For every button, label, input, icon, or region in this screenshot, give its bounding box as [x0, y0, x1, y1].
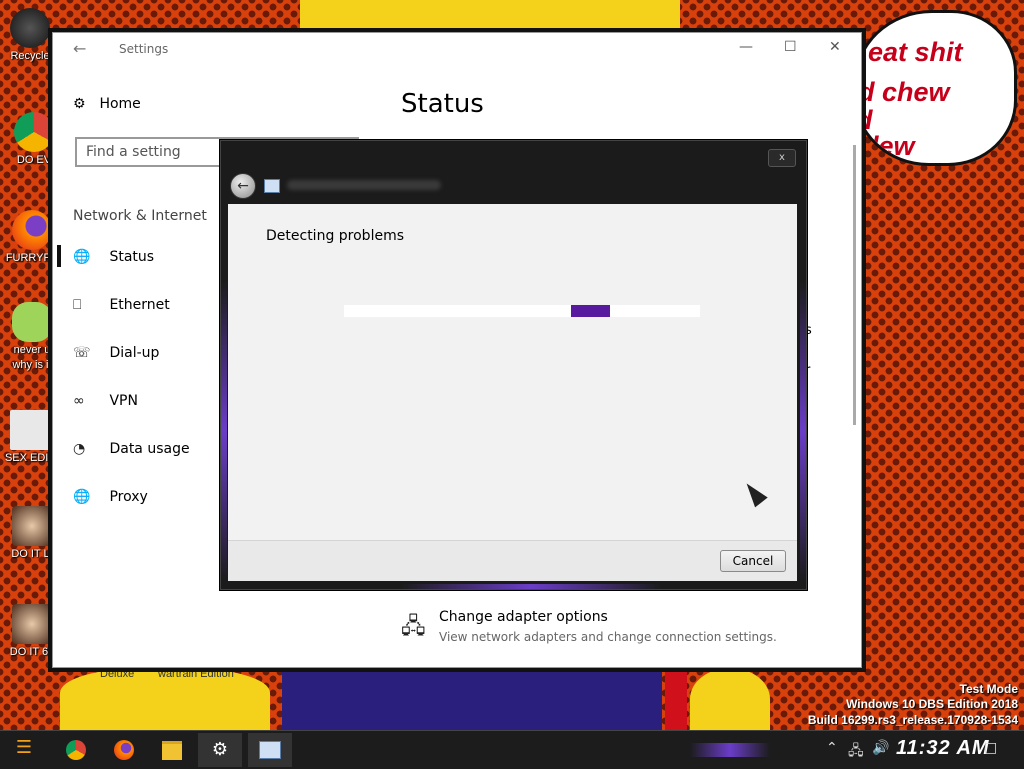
section-title: Network & Internet [73, 208, 207, 224]
action-center-icon[interactable]: □ [984, 740, 997, 756]
adapter-title: Change adapter options [439, 609, 608, 625]
desktop-label-wartrain: wartrain Edition [158, 668, 234, 680]
ethernet-icon: ⎕ [73, 297, 82, 313]
clock[interactable]: 11:32 AM [896, 737, 990, 760]
page-title: Status [401, 89, 484, 119]
progress-chunk [571, 305, 610, 317]
dialup-icon: ☏ [73, 345, 91, 361]
nav-item-vpn[interactable]: ∞ VPN [73, 393, 138, 409]
nav-home[interactable]: ⚙ Home [73, 96, 141, 112]
nav-item-label: Proxy [109, 489, 148, 505]
network-icon[interactable]: 🖧 [848, 740, 864, 764]
dialog-title-blurred [287, 180, 441, 190]
chrome-icon [14, 112, 54, 152]
window-title: Settings [119, 42, 169, 56]
nav-item-label: Data usage [109, 441, 190, 457]
nav-item-label: Status [109, 249, 155, 265]
desktop-icon-recycle[interactable]: Recycle [2, 8, 58, 63]
speech-line: eat shit [868, 37, 963, 67]
firefox-icon [12, 210, 52, 250]
maximize-icon[interactable]: ☐ [784, 39, 797, 55]
taskbar-decoration [690, 743, 770, 757]
dialog-glow [800, 281, 806, 581]
settings-titlebar: ← Settings — ☐ ✕ [53, 33, 861, 65]
gear-icon: ⚙ [73, 96, 86, 112]
minimize-icon[interactable]: — [739, 39, 753, 55]
close-icon[interactable]: ✕ [829, 39, 841, 55]
chevron-up-icon[interactable]: ⌃ [826, 740, 838, 756]
adapter-description: View network adapters and change connect… [439, 630, 777, 644]
speech-bubble: eat shit d chew d dew [853, 10, 1017, 166]
dialog-footer: Cancel [228, 540, 797, 581]
dialog-glow [221, 281, 227, 581]
scrollbar[interactable] [853, 145, 856, 425]
nav-item-dialup[interactable]: ☏ Dial-up [73, 345, 159, 361]
selected-indicator [57, 245, 61, 267]
wallpaper-stage [282, 672, 662, 730]
desktop-icon-label: SEX EDIT [4, 452, 56, 464]
speech-line: d chew [858, 77, 950, 107]
start-icon[interactable]: ☰ [8, 737, 40, 763]
watermark-line: Build 16299.rs3_release.170928-1534 [807, 713, 1018, 727]
network-adapter-icon: 🖧 [401, 614, 426, 639]
chrome-taskbar-icon[interactable] [54, 733, 98, 767]
portrait-icon [12, 506, 52, 546]
nav-item-ethernet[interactable]: ⎕ Ethernet [73, 297, 170, 313]
watermark-line: Windows 10 DBS Edition 2018 [846, 697, 1018, 711]
wallpaper-yellow-right [690, 668, 770, 730]
nav-item-label: Dial-up [109, 345, 160, 361]
dialog-back-icon[interactable]: ← [230, 173, 256, 199]
troubleshooter-icon [264, 179, 280, 193]
nav-item-data-usage[interactable]: ◔ Data usage [73, 441, 190, 457]
desktop-label-deluxe: Deluxe [100, 668, 135, 680]
desktop-icon-label: Recycle [10, 50, 50, 62]
progress-bar [344, 305, 700, 317]
nav-item-label: VPN [109, 393, 138, 409]
cancel-button[interactable]: Cancel [720, 550, 786, 572]
portrait-icon [12, 604, 52, 644]
settings-taskbar-icon[interactable]: ⚙ [198, 733, 242, 767]
dialog-close-button[interactable]: x [768, 149, 796, 167]
troubleshooter-taskbar-icon[interactable] [248, 733, 292, 767]
hx-icon [10, 410, 50, 450]
wallpaper-yellow-top [300, 0, 680, 32]
volume-icon[interactable]: 🔊 [872, 740, 889, 756]
dialog-heading: Detecting problems [266, 228, 405, 244]
character-icon [12, 302, 52, 342]
speech-line: dew [862, 131, 915, 161]
nav-item-label: Ethernet [109, 297, 170, 313]
nav-item-proxy[interactable]: 🌐 Proxy [73, 489, 148, 505]
globe-icon: 🌐 [73, 489, 91, 505]
file-explorer-icon[interactable] [150, 733, 194, 767]
dialog-glow [401, 584, 661, 589]
recycle-bin-icon [10, 8, 50, 48]
nav-item-status[interactable]: 🌐 Status [73, 249, 154, 265]
dialog-content: Detecting problems [228, 204, 797, 540]
wallpaper-red-bar [665, 672, 687, 730]
globe-status-icon: 🌐 [73, 249, 91, 265]
data-usage-icon: ◔ [73, 441, 86, 457]
watermark-line: Test Mode [959, 682, 1018, 696]
firefox-taskbar-icon[interactable] [102, 733, 146, 767]
back-arrow-icon[interactable]: ← [73, 39, 86, 58]
desktop-icon-sex-edit[interactable]: SEX EDIT [2, 410, 58, 465]
troubleshooter-dialog: x ← Detecting problems Cancel [220, 140, 807, 590]
taskbar: ☰ ⚙ ⌃ 🖧 🔊 11:32 AM □ [0, 730, 1024, 769]
nav-home-label: Home [99, 96, 141, 112]
vpn-icon: ∞ [73, 393, 85, 409]
